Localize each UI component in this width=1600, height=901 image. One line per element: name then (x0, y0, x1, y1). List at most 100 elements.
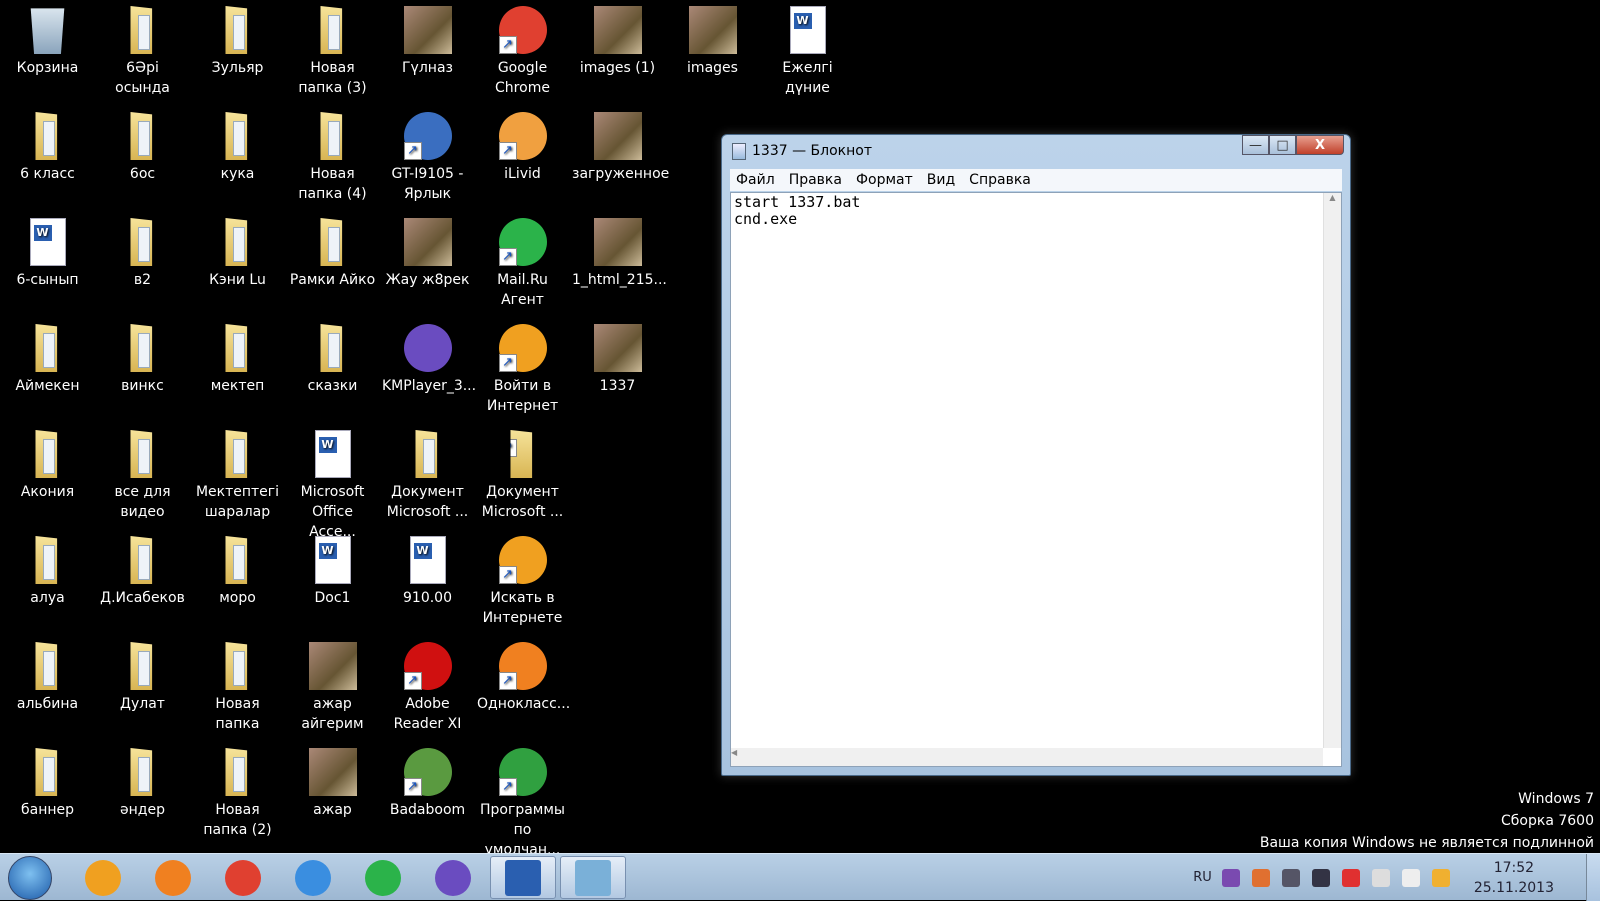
windows-update-icon[interactable] (1431, 868, 1450, 887)
language-indicator[interactable]: RU (1193, 870, 1212, 885)
desktop-icon[interactable]: баннер (0, 742, 95, 820)
desktop-icon[interactable]: 1_html_215... (570, 212, 667, 290)
desktop-icon[interactable]: Новая папка (190, 636, 285, 734)
desktop-icon[interactable]: все для видео (95, 424, 190, 522)
volume-icon[interactable] (1401, 868, 1420, 887)
desktop-icon[interactable]: в2 (95, 212, 190, 290)
desktop-icon[interactable]: Однокласс... (475, 636, 570, 714)
desktop-icon[interactable]: Д.Исабеков (95, 530, 190, 608)
desktop-icon[interactable]: Акония (0, 424, 95, 502)
icon-label: баннер (20, 802, 75, 818)
taskbar-mail-ru-agent[interactable] (350, 856, 416, 899)
desktop-icon[interactable]: Кэни Lu (190, 212, 285, 290)
desktop-icon[interactable]: кука (190, 106, 285, 184)
system-tray: RU 17:52 25.11.2013 (1193, 854, 1554, 901)
desktop-icon[interactable]: Новая папка (3) (285, 0, 380, 98)
app-icon (498, 6, 547, 54)
desktop-icon[interactable]: iLivid (475, 106, 570, 184)
desktop-icon[interactable]: Doc1 (285, 530, 380, 608)
onenote-icon[interactable] (1221, 868, 1240, 887)
folder-icon (130, 430, 153, 478)
desktop-icon[interactable]: Новая папка (2) (190, 742, 285, 840)
doc-icon (314, 430, 351, 478)
desktop-icon[interactable]: Документ Microsoft ... (380, 424, 475, 522)
pic-icon (308, 642, 357, 690)
network-icon[interactable] (1311, 868, 1330, 887)
minimize-button[interactable]: — (1242, 135, 1269, 155)
vertical-scrollbar[interactable]: ▲ (1323, 193, 1341, 748)
desktop-icon[interactable]: ажар айгерим (285, 636, 380, 734)
desktop-icon[interactable]: Mail.Ru Агент (475, 212, 570, 310)
desktop-icon[interactable]: Google Chrome (475, 0, 570, 98)
title-bar[interactable]: 1337 — Блокнот (732, 141, 872, 161)
desktop-icon[interactable]: мектеп (190, 318, 285, 396)
taskbar-microsoft-word[interactable] (490, 856, 556, 899)
desktop-icon[interactable]: Microsoft Office Acce... (285, 424, 380, 542)
taskbar-vojti-v-internet[interactable] (70, 856, 136, 899)
desktop-icon[interactable]: Мектептегі шаралар (190, 424, 285, 522)
taskbar-google-chrome[interactable] (210, 856, 276, 899)
desktop-icon[interactable]: Корзина (0, 0, 95, 78)
icon-label: Дулат (120, 696, 165, 712)
clock[interactable]: 17:52 25.11.2013 (1474, 858, 1554, 898)
desktop-icon[interactable]: альбина (0, 636, 95, 714)
icon-label: GT-I9105 - Ярлык (391, 166, 464, 202)
usb-icon[interactable] (1281, 868, 1300, 887)
desktop-icon[interactable]: Ежелгі дүние (760, 0, 855, 98)
desktop-icon[interactable]: Жау ж8рек (380, 212, 475, 290)
mail-agent-icon[interactable] (1341, 868, 1360, 887)
menu-format[interactable]: Формат (856, 172, 913, 188)
desktop-icon[interactable]: Искать в Интернете (475, 530, 570, 628)
desktop-icon[interactable]: 6Әрі осында (95, 0, 190, 98)
desktop-icon[interactable]: Войти в Интернет (475, 318, 570, 416)
text-editor[interactable]: start 1337.bat cnd.exe ▲ ◀ (730, 192, 1342, 767)
desktop-icon[interactable]: ажар (285, 742, 380, 820)
desktop-icon[interactable]: KMPlayer_3... (380, 318, 476, 396)
icon-label: iLivid (504, 166, 541, 182)
doc-icon (789, 6, 826, 54)
desktop-icon[interactable]: Аймекен (0, 318, 95, 396)
maximize-button[interactable]: □ (1269, 135, 1296, 155)
horizontal-scrollbar[interactable]: ◀ (731, 748, 1323, 766)
sync-icon[interactable] (1251, 868, 1270, 887)
close-button[interactable]: X (1296, 135, 1344, 155)
desktop-icon[interactable]: Программы по умолчан... (475, 742, 570, 860)
windows-watermark: Windows 7 Сборка 7600 Ваша копия Windows… (1260, 788, 1594, 854)
editor-content[interactable]: start 1337.bat cnd.exe (734, 194, 860, 228)
pic-icon (593, 324, 642, 372)
desktop-icon[interactable]: 6 класс (0, 106, 95, 184)
menu-view[interactable]: Вид (927, 172, 955, 188)
desktop-icon[interactable]: алуа (0, 530, 95, 608)
desktop-icon[interactable]: 1337 (570, 318, 665, 396)
desktop-icon[interactable]: Документ Microsoft ... (475, 424, 570, 522)
menu-help[interactable]: Справка (969, 172, 1031, 188)
taskbar-odnoklassniki[interactable] (140, 856, 206, 899)
desktop-icon[interactable]: 6ос (95, 106, 190, 184)
desktop-icon[interactable]: моро (190, 530, 285, 608)
desktop-icon[interactable]: 6-сынып (0, 212, 95, 290)
desktop-icon[interactable]: Adobe Reader XI (380, 636, 475, 734)
show-desktop-button[interactable] (1586, 854, 1600, 901)
action-center-icon[interactable] (1371, 868, 1390, 887)
desktop-icon[interactable]: әндер (95, 742, 190, 820)
taskbar-kmplayer[interactable] (420, 856, 486, 899)
desktop-icon[interactable]: 910.00 (380, 530, 475, 608)
desktop-icon[interactable]: винкс (95, 318, 190, 396)
desktop-icon[interactable]: Гүлназ (380, 0, 475, 78)
desktop-icon[interactable]: загруженное (570, 106, 669, 184)
desktop-icon[interactable]: Дулат (95, 636, 190, 714)
desktop-icon[interactable]: Рамки Айко (285, 212, 380, 290)
menu-file[interactable]: Файл (736, 172, 775, 188)
desktop-icon[interactable]: Зульяр (190, 0, 285, 78)
start-button[interactable] (8, 856, 52, 900)
desktop-icon[interactable]: images (665, 0, 760, 78)
desktop-icon[interactable]: images (1) (570, 0, 665, 78)
desktop-icon[interactable]: Badaboom (380, 742, 475, 820)
taskbar-internet-explorer[interactable] (280, 856, 346, 899)
menu-edit[interactable]: Правка (789, 172, 842, 188)
desktop-icon[interactable]: Новая папка (4) (285, 106, 380, 204)
icon-label: Doc1 (314, 590, 351, 606)
desktop-icon[interactable]: GT-I9105 - Ярлык (380, 106, 475, 204)
taskbar-notepad[interactable] (560, 856, 626, 899)
desktop-icon[interactable]: сказки (285, 318, 380, 396)
